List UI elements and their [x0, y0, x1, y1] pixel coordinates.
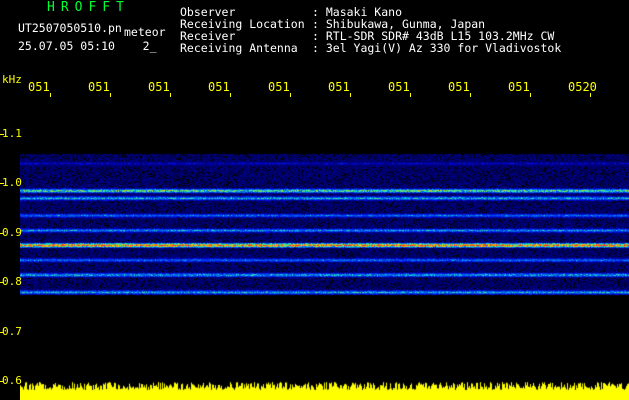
y-tick-mark — [0, 133, 4, 135]
app-title: HROFFT — [47, 0, 130, 15]
x-tick-label: 051 — [388, 80, 410, 94]
y-tick-mark — [0, 232, 4, 234]
x-tick-mark — [410, 93, 411, 97]
timestamp: 25.07.05 05:10 2_ — [18, 40, 157, 52]
x-tick-mark — [290, 93, 291, 97]
x-tick-label: 051 — [208, 80, 230, 94]
x-tick-label: 051 — [328, 80, 350, 94]
y-tick-label: 1.0 — [2, 176, 22, 189]
y-tick-mark — [0, 183, 4, 184]
meteor-label: meteor — [124, 25, 166, 39]
antenna-key: Receiving Antenna — [180, 41, 298, 55]
spectrogram[interactable] — [20, 96, 629, 400]
x-tick-label: 051 — [148, 80, 170, 94]
x-tick-mark — [530, 93, 531, 97]
y-tick-mark — [0, 331, 4, 333]
date-time: 25.07.05 05:10 — [18, 39, 115, 53]
y-tick-label: 0.8 — [2, 275, 22, 288]
counter: 2_ — [142, 39, 157, 53]
file-name: UT2507050510.pn — [18, 21, 122, 35]
y-tick-label: 0.6 — [2, 374, 22, 387]
x-tick-label: 051 — [268, 80, 290, 94]
x-tick-label: 0520 — [568, 80, 597, 94]
y-tick-label: 0.9 — [2, 225, 22, 239]
y-tick-label: 1.1 — [2, 126, 22, 140]
x-tick-mark — [350, 93, 351, 97]
y-tick-mark — [0, 282, 4, 283]
x-tick-label: 051 — [508, 80, 530, 94]
x-tick-mark — [230, 93, 231, 97]
x-tick-label: 051 — [448, 80, 470, 94]
y-tick-mark — [0, 381, 4, 382]
x-tick-mark — [50, 93, 51, 97]
x-tick-mark — [110, 93, 111, 97]
antenna-value: : 3el Yagi(V) Az 330 for Vladivostok — [312, 41, 562, 55]
y-axis-unit: kHz — [2, 73, 22, 86]
x-tick-mark — [590, 93, 591, 97]
x-tick-mark — [470, 93, 471, 97]
y-tick-label: 0.7 — [2, 324, 22, 338]
x-tick-mark — [170, 93, 171, 97]
hroft-window: HROFFT UT2507050510.pn meteor 25.07.05 0… — [0, 0, 629, 400]
x-tick-label: 051 — [28, 80, 50, 94]
x-tick-label: 051 — [88, 80, 110, 94]
